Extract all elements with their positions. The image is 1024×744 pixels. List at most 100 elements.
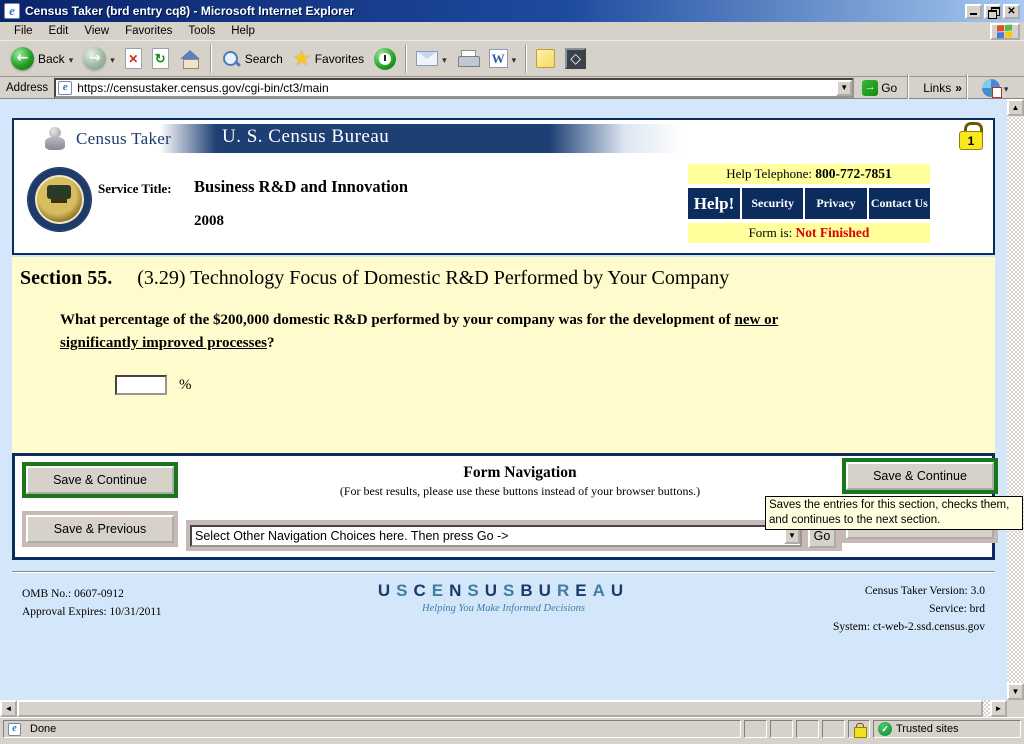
help-telephone-bar: Help Telephone: 800-772-7851 — [688, 164, 930, 184]
minimize-button[interactable] — [965, 3, 982, 19]
menu-file[interactable]: File — [6, 23, 41, 39]
address-dropdown-icon[interactable]: ▼ — [836, 79, 853, 96]
census-header-box: Census Taker U. S. Census Bureau 1 Servi… — [12, 118, 995, 255]
trusted-check-icon — [878, 722, 892, 736]
contact-us-button[interactable]: Contact Us — [868, 188, 930, 219]
browser-toolbar: Back Search Favorites — [0, 41, 1024, 77]
percentage-input[interactable] — [115, 375, 167, 395]
address-go-button[interactable]: Go — [860, 78, 903, 98]
status-page-icon: e — [8, 722, 21, 736]
section-title: (3.29) Technology Focus of Domestic R&D … — [137, 267, 730, 289]
word-icon — [488, 49, 508, 68]
stop-icon — [124, 48, 142, 69]
save-continue-tooltip: Saves the entries for this section, chec… — [765, 496, 1023, 530]
scroll-up-icon[interactable]: ▲ — [1007, 99, 1024, 116]
menu-bar: File Edit View Favorites Tools Help — [0, 22, 1024, 41]
mail-button[interactable] — [411, 43, 452, 75]
scroll-right-icon[interactable]: ► — [990, 700, 1007, 717]
form-status-value: Not Finished — [795, 225, 870, 240]
horizontal-scrollbar[interactable]: ◄ ► — [0, 700, 1007, 717]
status-text: Done — [30, 723, 57, 735]
mail-dropdown-icon[interactable] — [442, 52, 447, 66]
favorites-button[interactable]: Favorites — [288, 43, 369, 75]
footer-divider — [12, 571, 995, 573]
security-zone: Trusted sites — [896, 723, 959, 735]
address-field[interactable]: e ▼ — [54, 77, 855, 98]
addon-globe-icon[interactable] — [981, 78, 1002, 98]
windows-logo-icon — [990, 23, 1020, 40]
menu-edit[interactable]: Edit — [41, 23, 77, 39]
status-bar: e Done Trusted sites — [0, 717, 1024, 740]
notes-button[interactable] — [531, 43, 560, 75]
links-bar[interactable]: Links — [923, 81, 962, 95]
search-icon — [221, 49, 241, 69]
system-info: System: ct-web-2.ssd.census.gov — [832, 620, 985, 633]
census-seal-icon — [28, 168, 91, 231]
page-content: Census Taker U. S. Census Bureau 1 Servi… — [0, 99, 1007, 700]
menu-help[interactable]: Help — [223, 23, 263, 39]
print-icon — [457, 49, 480, 68]
save-continue-button-right[interactable]: Save & Continue — [846, 462, 994, 490]
privacy-button[interactable]: Privacy — [805, 188, 867, 219]
menu-tools[interactable]: Tools — [180, 23, 223, 39]
back-dropdown-icon[interactable] — [69, 52, 74, 66]
history-clock-icon — [374, 47, 397, 70]
save-continue-button-left[interactable]: Save & Continue — [26, 466, 174, 494]
section-number: Section 55. — [20, 267, 113, 289]
save-continue-left-wrapper: Save & Continue — [22, 462, 178, 498]
approval-expires: Approval Expires: 10/31/2011 — [22, 606, 162, 619]
save-previous-left-wrapper: Save & Previous — [22, 511, 178, 547]
refresh-button[interactable] — [147, 43, 174, 75]
save-continue-right-wrapper: Save & Continue — [842, 458, 998, 494]
restore-button[interactable] — [984, 3, 1001, 19]
go-arrow-icon — [862, 79, 879, 96]
vertical-scrollbar[interactable]: ▲ ▼ — [1007, 99, 1024, 700]
home-button[interactable] — [174, 43, 206, 75]
census-taker-brand: Census Taker — [76, 128, 172, 148]
section-heading: Section 55. (3.29) Technology Focus of D… — [12, 257, 995, 290]
security-button[interactable]: Security — [742, 188, 804, 219]
messenger-button[interactable] — [560, 43, 591, 75]
omb-number: OMB No.: 0607-0912 — [22, 588, 124, 600]
scroll-down-icon[interactable]: ▼ — [1007, 683, 1024, 700]
census-bureau-logo: USCENSUSBUREAU Helping You Make Informed… — [294, 581, 714, 614]
help-telephone-number: 800-772-7851 — [815, 166, 892, 181]
service-title-label: Service Title: — [98, 181, 172, 196]
search-button[interactable]: Search — [216, 43, 288, 75]
stop-button[interactable] — [120, 43, 147, 75]
addon-dropdown-icon[interactable] — [1004, 81, 1009, 95]
print-button[interactable] — [452, 43, 484, 75]
word-dropdown-icon[interactable] — [512, 52, 517, 66]
form-navigation-title: Form Navigation — [463, 464, 577, 481]
back-button[interactable]: Back — [6, 43, 78, 75]
note-icon — [536, 49, 556, 68]
forward-icon — [83, 47, 107, 70]
select-dropdown-icon[interactable]: ▼ — [784, 527, 800, 544]
service-year: 2008 — [194, 213, 224, 229]
scroll-left-icon[interactable]: ◄ — [0, 700, 17, 717]
messenger-diamond-icon — [565, 48, 587, 69]
links-chevron-icon[interactable] — [955, 81, 962, 95]
forward-dropdown-icon[interactable] — [110, 52, 115, 66]
address-input[interactable] — [77, 79, 837, 96]
census-logo-text: USCENSUSBUREAU — [377, 581, 630, 600]
forward-button[interactable] — [78, 43, 120, 75]
question-text: What percentage of the $200,000 domestic… — [60, 312, 779, 352]
section-area: Section 55. (3.29) Technology Focus of D… — [12, 257, 995, 453]
save-previous-button-left[interactable]: Save & Previous — [26, 515, 174, 543]
help-button[interactable]: Help! — [688, 188, 740, 219]
horizontal-scroll-thumb[interactable] — [17, 700, 983, 717]
ie-logo-icon: e — [4, 3, 20, 19]
edit-with-word-button[interactable] — [484, 43, 522, 75]
close-button[interactable] — [1003, 3, 1020, 19]
menu-favorites[interactable]: Favorites — [117, 23, 180, 39]
menu-view[interactable]: View — [76, 23, 117, 39]
census-banner: Census Taker U. S. Census Bureau — [36, 124, 986, 153]
navigation-select[interactable]: Select Other Navigation Choices here. Th… — [190, 524, 802, 547]
history-button[interactable] — [369, 43, 401, 75]
page-icon: e — [58, 80, 73, 95]
home-icon — [179, 48, 201, 69]
back-icon — [11, 47, 34, 70]
refresh-icon — [151, 48, 169, 69]
version-info: Census Taker Version: 3.0 — [864, 585, 985, 597]
